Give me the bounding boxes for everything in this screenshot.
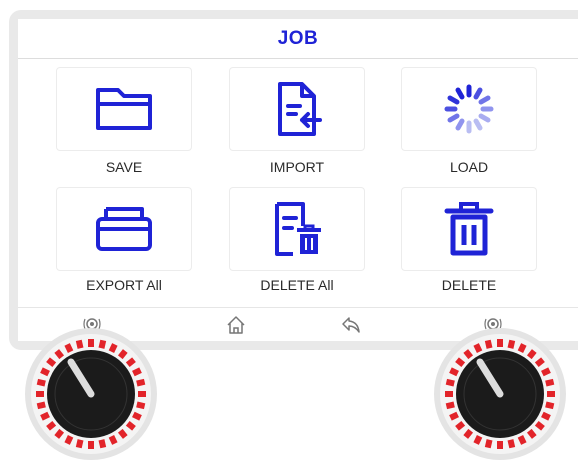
knob-led-segment bbox=[132, 367, 142, 377]
export-all-button[interactable] bbox=[56, 187, 192, 271]
load-button[interactable] bbox=[401, 67, 537, 151]
delete-all-label: DELETE All bbox=[260, 277, 334, 293]
knob-led-segment bbox=[117, 428, 128, 439]
knob-led-segment bbox=[75, 439, 84, 449]
knob-led-segment bbox=[526, 428, 537, 439]
knob-led-segment bbox=[534, 357, 545, 368]
import-label: IMPORT bbox=[269, 159, 325, 175]
left-knob[interactable] bbox=[23, 326, 159, 462]
load-label: LOAD bbox=[449, 159, 489, 175]
knob-led-segment bbox=[132, 411, 142, 421]
knob-led-segment bbox=[484, 439, 493, 449]
knob-led-segment bbox=[75, 339, 84, 349]
knob-led-segment bbox=[455, 420, 466, 431]
knob-led-segment bbox=[64, 343, 74, 353]
knob-led-segment bbox=[517, 435, 527, 445]
knob-led-segment bbox=[54, 428, 65, 439]
knob-led-segment bbox=[484, 339, 493, 349]
knob-led-segment bbox=[98, 439, 107, 449]
knob-led-segment bbox=[545, 401, 555, 410]
knob-led-segment bbox=[98, 339, 107, 349]
knob-led-segment bbox=[507, 339, 516, 349]
knob-led-segment bbox=[40, 367, 50, 377]
knob-led-segment bbox=[449, 411, 459, 421]
delete-all-button[interactable] bbox=[229, 187, 365, 271]
knob-led-segment bbox=[455, 357, 466, 368]
knob-led-segment bbox=[36, 378, 46, 387]
file-import-icon bbox=[278, 82, 322, 136]
knob-led-segment bbox=[541, 367, 551, 377]
back-icon[interactable] bbox=[340, 314, 362, 336]
knob-led-segment bbox=[125, 357, 136, 368]
knob-led-segment bbox=[534, 420, 545, 431]
knob-led-segment bbox=[54, 349, 65, 360]
knob-led-segment bbox=[136, 401, 146, 410]
knob-led-segment bbox=[40, 411, 50, 421]
home-icon[interactable] bbox=[225, 314, 247, 336]
knob-led-segment bbox=[108, 343, 118, 353]
folder-icon bbox=[96, 88, 152, 130]
knob-led-segment bbox=[507, 439, 516, 449]
knob-led-segment bbox=[541, 411, 551, 421]
knob-led-segment bbox=[517, 343, 527, 353]
file-delete-icon bbox=[275, 202, 321, 256]
knob-led-segment bbox=[64, 435, 74, 445]
right-knob[interactable] bbox=[432, 326, 568, 462]
knob-led-segment bbox=[46, 420, 57, 431]
tray-export-icon bbox=[96, 207, 152, 251]
import-button[interactable] bbox=[229, 67, 365, 151]
delete-button[interactable] bbox=[401, 187, 537, 271]
knob-led-segment bbox=[46, 357, 57, 368]
knob-led-segment bbox=[108, 435, 118, 445]
knob-led-segment bbox=[463, 349, 474, 360]
knob-led-segment bbox=[36, 401, 46, 410]
knob-led-segment bbox=[136, 378, 146, 387]
knob-led-segment bbox=[125, 420, 136, 431]
knob-led-segment bbox=[445, 401, 455, 410]
knob-led-segment bbox=[473, 435, 483, 445]
trash-icon bbox=[444, 202, 494, 256]
save-label: SAVE bbox=[105, 159, 143, 175]
page-title: JOB bbox=[277, 27, 319, 49]
delete-label: DELETE bbox=[441, 277, 497, 293]
knob-led-segment bbox=[526, 349, 537, 360]
save-button[interactable] bbox=[56, 67, 192, 151]
knob-led-segment bbox=[463, 428, 474, 439]
knob-led-segment bbox=[545, 378, 555, 387]
knob-led-segment bbox=[445, 378, 455, 387]
export-all-label: EXPORT All bbox=[86, 277, 162, 293]
loading-spinner-icon bbox=[444, 84, 494, 134]
title-bar: JOB bbox=[18, 19, 578, 59]
screen: JOB SAVE IMPORT LOAD EXPORT All DELETE A… bbox=[18, 19, 578, 341]
knob-led-segment bbox=[449, 367, 459, 377]
knob-led-segment bbox=[473, 343, 483, 353]
knob-led-segment bbox=[117, 349, 128, 360]
